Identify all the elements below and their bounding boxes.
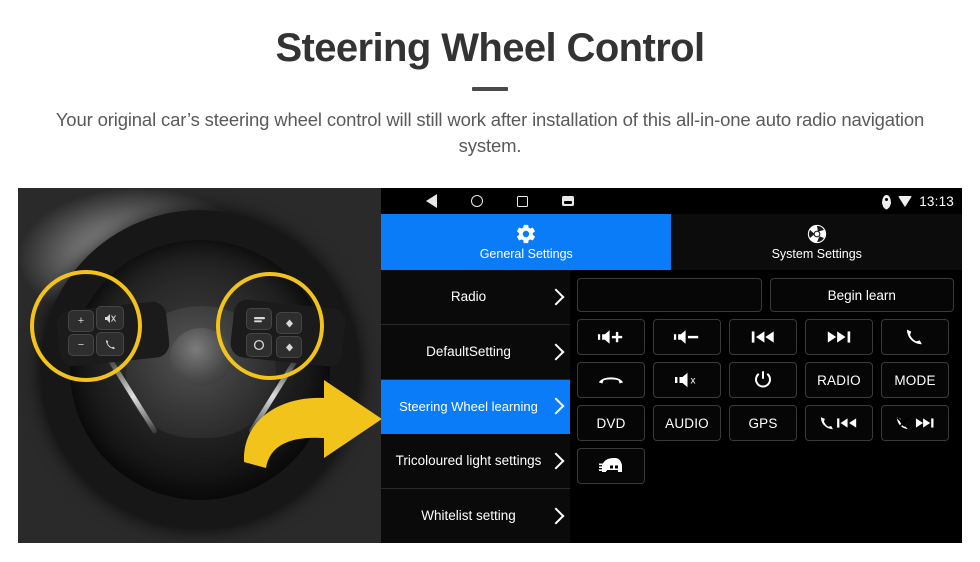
back-icon[interactable] (426, 194, 437, 208)
mute-button[interactable]: x (653, 362, 721, 398)
volume-up-button[interactable] (577, 319, 645, 355)
begin-learn-button[interactable]: Begin learn (769, 278, 954, 312)
menu-item-whitelist-setting[interactable]: Whitelist setting (381, 489, 570, 543)
phone-next-icon (896, 417, 934, 430)
gear-icon (517, 225, 536, 244)
menu-item-default-setting[interactable]: DefaultSetting (381, 324, 570, 380)
left-cluster-highlight-circle (30, 270, 142, 382)
title-underline-rule (472, 86, 508, 91)
phone-prev-icon (820, 417, 857, 430)
power-button[interactable] (729, 362, 797, 398)
previous-track-button[interactable] (729, 319, 797, 355)
menu-item-steering-wheel-learning[interactable]: Steering Wheel learning (381, 379, 570, 435)
settings-tabs: General Settings System Settings (381, 214, 962, 270)
status-clock: 13:13 (919, 193, 954, 209)
menu-item-radio-label: Radio (450, 288, 487, 304)
menu-item-steering-wheel-learning-label: Steering Wheel learning (399, 398, 538, 414)
volume-down-button[interactable] (653, 319, 721, 355)
chevron-right-icon (547, 288, 565, 306)
chevron-right-icon (547, 397, 565, 415)
chevron-right-icon (547, 343, 565, 361)
tab-general-settings[interactable]: General Settings (381, 214, 672, 270)
tab-general-settings-label: General Settings (479, 247, 573, 262)
menu-item-radio[interactable]: Radio (381, 270, 570, 325)
page-subtitle: Your original car’s steering wheel contr… (55, 108, 925, 157)
car-icon (599, 458, 622, 472)
learn-button-row-2: x RADIO MODE (577, 362, 954, 398)
android-head-unit-screen: 13:13 General Settings System Settings R… (381, 188, 962, 543)
steering-wheel-learning-panel: Begin learn x RADIO MODE DVD AUDIO GPS (571, 270, 962, 543)
learn-button-row-3: DVD AUDIO GPS (577, 405, 954, 441)
menu-item-tricoloured-light-settings-label: Tricoloured light settings (395, 453, 542, 469)
car-info-button[interactable] (577, 448, 645, 484)
chevron-right-icon (547, 507, 565, 525)
mode-button[interactable]: MODE (881, 362, 949, 398)
audio-button[interactable]: AUDIO (653, 405, 721, 441)
call-hangup-button[interactable] (577, 362, 645, 398)
system-logo-icon (807, 225, 826, 244)
learn-button-row-4 (577, 448, 954, 484)
recents-icon[interactable] (517, 195, 528, 207)
power-icon (755, 371, 771, 388)
phone-icon (907, 329, 922, 345)
radio-button[interactable]: RADIO (805, 362, 873, 398)
learned-key-field[interactable] (577, 278, 762, 312)
status-bar: 13:13 (381, 188, 962, 214)
steering-wheel-photo: + − (18, 188, 381, 543)
gps-button[interactable]: GPS (729, 405, 797, 441)
speaker-plus-icon (597, 330, 623, 344)
phone-hangup-icon (598, 377, 624, 384)
screenshot-icon[interactable] (562, 196, 574, 206)
home-icon[interactable] (471, 195, 483, 207)
page-title: Steering Wheel Control (275, 26, 705, 70)
settings-menu-list: Radio DefaultSetting Steering Wheel lear… (381, 270, 571, 543)
speaker-mute-icon: x (675, 372, 696, 388)
next-track-icon (827, 331, 851, 343)
status-indicators: 13:13 (882, 194, 954, 209)
dvd-button[interactable]: DVD (577, 405, 645, 441)
pointing-arrow-icon (243, 380, 381, 468)
svg-text:x: x (691, 376, 696, 387)
tab-system-settings-label: System Settings (771, 247, 862, 262)
menu-item-default-setting-label: DefaultSetting (426, 343, 511, 359)
right-cluster-highlight-circle (216, 272, 324, 380)
prev-track-icon (751, 331, 774, 343)
navigation-keys (426, 194, 574, 208)
next-track-button[interactable] (805, 319, 873, 355)
page-header: Steering Wheel Control Your original car… (0, 0, 980, 159)
call-answer-button[interactable] (881, 319, 949, 355)
media-strip: + − 13:13 General Settings System Settin… (18, 188, 962, 543)
menu-item-whitelist-setting-label: Whitelist setting (421, 508, 516, 524)
chevron-right-icon (547, 452, 565, 470)
call-previous-button[interactable] (805, 405, 873, 441)
menu-item-tricoloured-light-settings[interactable]: Tricoloured light settings (381, 434, 570, 490)
learn-button-row-1 (577, 319, 954, 355)
settings-panes: Radio DefaultSetting Steering Wheel lear… (381, 270, 962, 543)
hangup-next-button[interactable] (881, 405, 949, 441)
location-pin-icon (882, 194, 892, 208)
speaker-minus-icon (673, 330, 699, 344)
learn-top-row: Begin learn (577, 278, 954, 312)
wifi-icon (898, 195, 913, 207)
tab-system-settings[interactable]: System Settings (671, 214, 962, 270)
